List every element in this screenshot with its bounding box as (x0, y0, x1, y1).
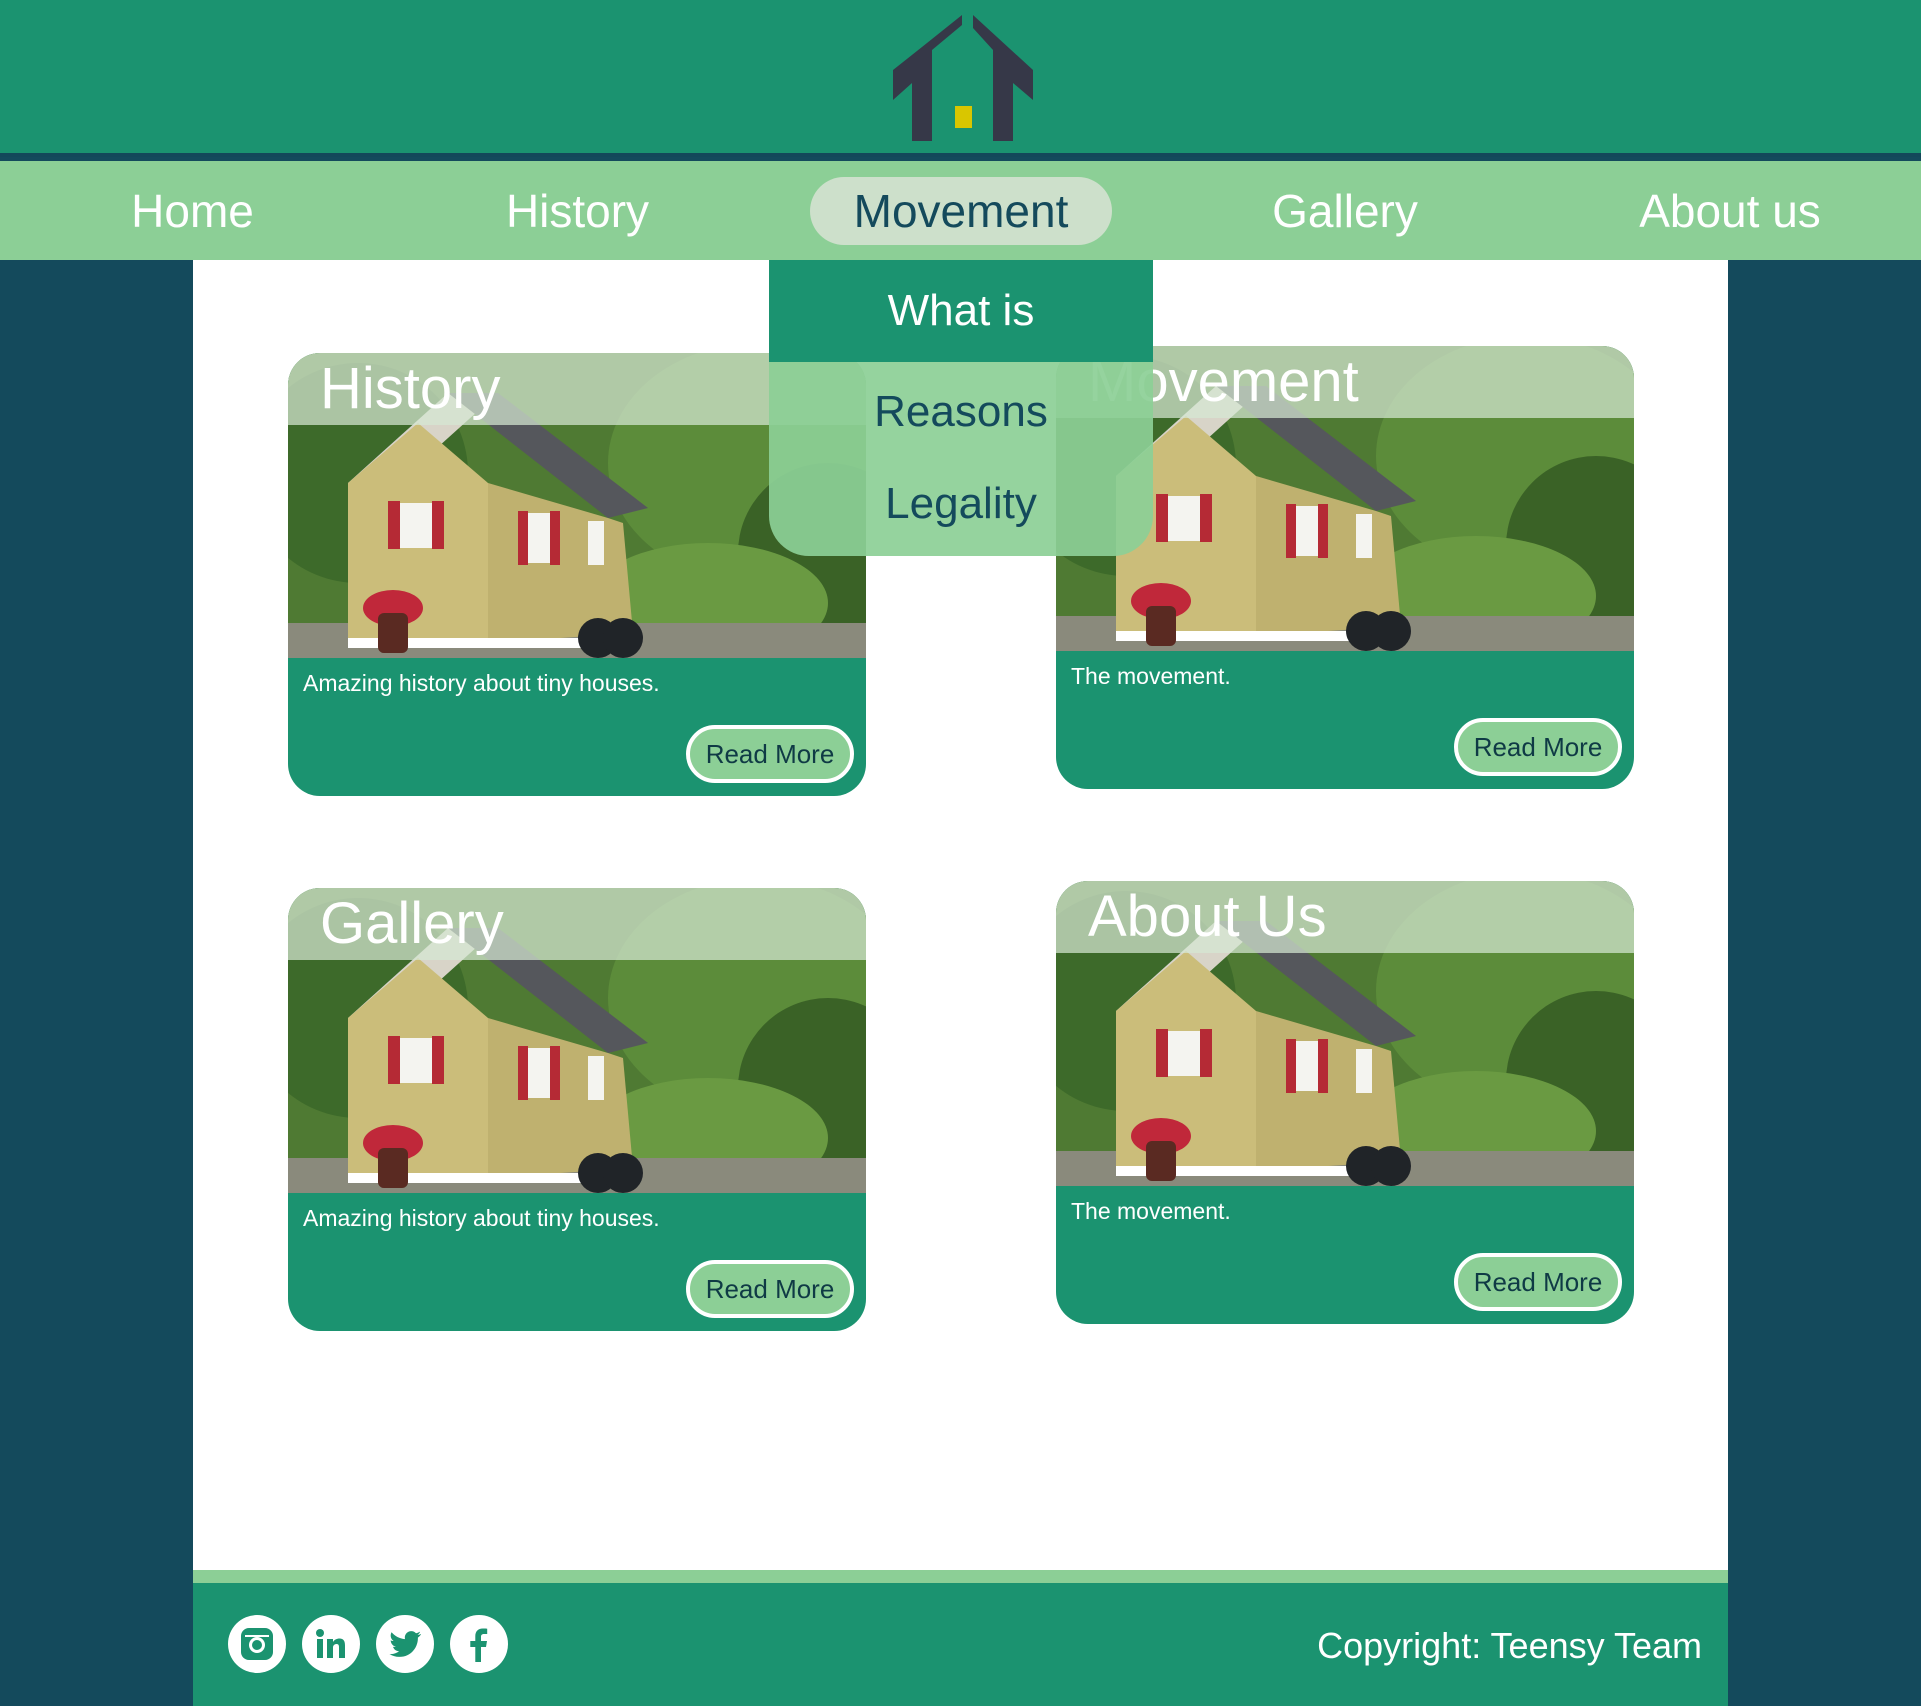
card-description: The movement. (1071, 1198, 1231, 1224)
card-description: Amazing history about tiny houses. (303, 1205, 660, 1231)
card-about-us: About Us The movement. Read More (1056, 881, 1634, 1324)
nav-gallery[interactable]: Gallery (1245, 177, 1445, 245)
read-more-button[interactable]: Read More (686, 1260, 854, 1318)
twitter-icon[interactable] (376, 1615, 434, 1673)
facebook-icon[interactable] (450, 1615, 508, 1673)
card-description: The movement. (1071, 663, 1231, 689)
movement-dropdown: What is Reasons Legality (769, 260, 1153, 556)
linkedin-icon[interactable] (302, 1615, 360, 1673)
footer-divider (193, 1570, 1728, 1583)
read-more-button[interactable]: Read More (1454, 1253, 1622, 1311)
nav-about-us[interactable]: About us (1620, 177, 1840, 245)
card-title: Gallery (320, 891, 504, 956)
nav-movement[interactable]: Movement (810, 177, 1112, 245)
nav-history[interactable]: History (480, 177, 675, 245)
dropdown-item-reasons[interactable]: Reasons (769, 382, 1153, 442)
site-footer: Copyright: Teensy Team (193, 1583, 1728, 1706)
read-more-button[interactable]: Read More (686, 725, 854, 783)
copyright-text: Copyright: Teensy Team (1317, 1625, 1702, 1666)
card-description: Amazing history about tiny houses. (303, 670, 660, 696)
house-logo-icon[interactable] (885, 10, 1035, 145)
main-nav: Home History Movement Gallery About us (0, 161, 1921, 260)
dropdown-item-legality[interactable]: Legality (769, 474, 1153, 534)
card-gallery: Gallery Amazing history about tiny house… (288, 888, 866, 1331)
nav-home[interactable]: Home (100, 177, 285, 245)
card-title: History (320, 356, 501, 421)
instagram-icon[interactable] (228, 1615, 286, 1673)
card-title: About Us (1088, 884, 1327, 949)
dropdown-item-what-is[interactable]: What is (769, 260, 1153, 362)
read-more-button[interactable]: Read More (1454, 718, 1622, 776)
site-header (0, 0, 1921, 157)
